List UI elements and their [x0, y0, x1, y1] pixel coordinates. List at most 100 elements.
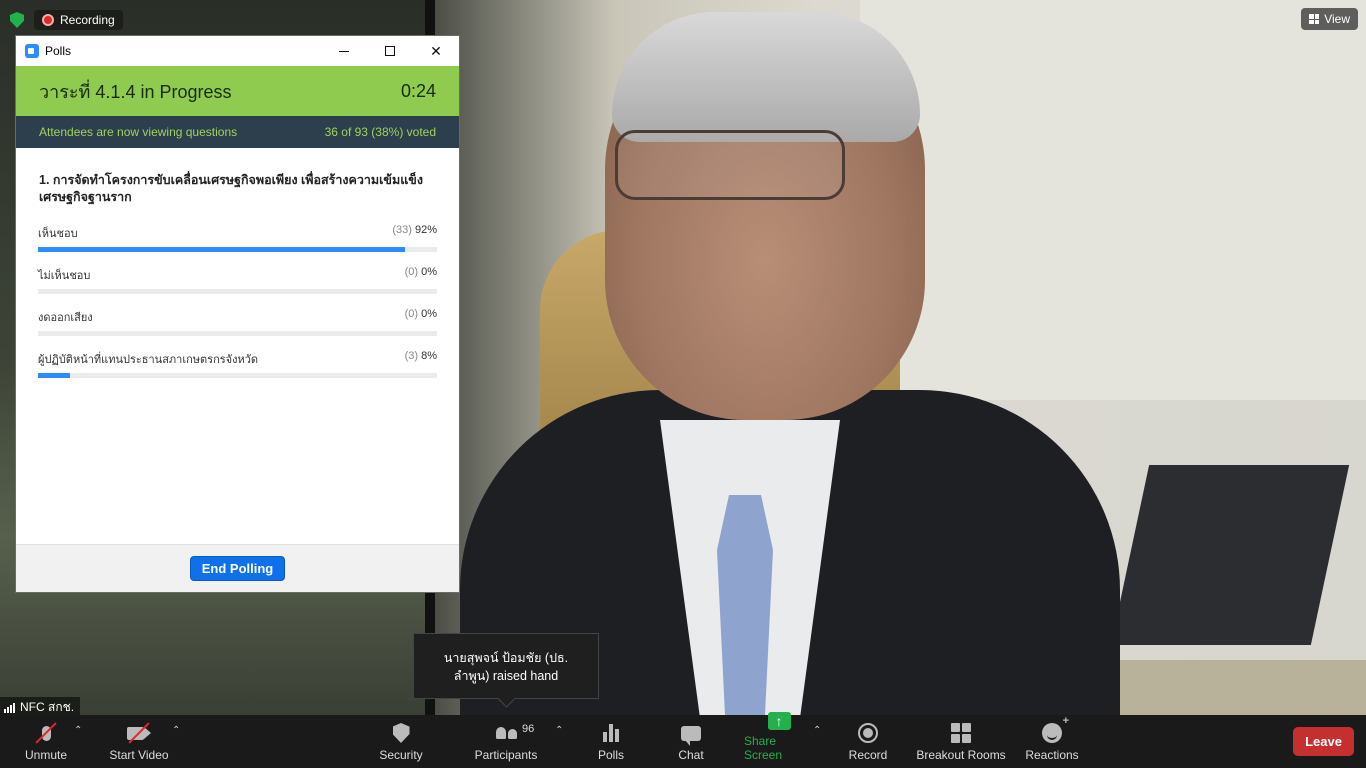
recording-label: Recording [60, 13, 115, 27]
chat-label: Chat [678, 748, 704, 762]
participants-label: Participants [474, 748, 538, 762]
poll-option-label: เห็นชอบ [38, 228, 78, 240]
background-laptop [1110, 465, 1350, 645]
share-screen-button[interactable]: ↑ Share Screen [744, 712, 814, 768]
polls-chart-icon [599, 722, 623, 744]
poll-option-count: (33) [392, 224, 412, 236]
background-desk [1120, 660, 1366, 715]
background-wall [860, 0, 1366, 400]
poll-option-percent: 0% [421, 266, 437, 278]
poll-option-bar-fill [38, 373, 70, 378]
raised-hand-notification: นายสุพจน์ ป้อมชัย (ปธ. ลำพูน) raised han… [413, 633, 599, 699]
poll-option-bar-track [38, 247, 437, 252]
poll-info-text: Attendees are now viewing questions [39, 125, 238, 139]
poll-option-percent: 8% [421, 350, 437, 362]
poll-option-result: (0) 0% [405, 308, 437, 326]
record-button[interactable]: Record [848, 715, 888, 768]
poll-results: 1. การจัดทำโครงการขับเคลื่อนเศรษฐกิจพอเพ… [16, 148, 459, 378]
minimize-button[interactable] [321, 36, 367, 66]
unmute-label: Unmute [24, 748, 68, 762]
participants-options-caret-icon[interactable]: ⌃ [555, 725, 563, 736]
poll-option-bar-track [38, 331, 437, 336]
breakout-rooms-icon [949, 722, 973, 744]
reactions-button[interactable]: Reactions [1025, 715, 1079, 768]
poll-option: ผู้ปฏิบัติหน้าที่แทนประธานสภาเกษตรกรจังห… [38, 350, 437, 378]
poll-option-count: (3) [404, 350, 419, 362]
record-label: Record [848, 748, 888, 762]
chat-bubble-icon [679, 722, 703, 746]
meeting-status-overlay: Recording [10, 10, 123, 30]
poll-option-label: ผู้ปฏิบัติหน้าที่แทนประธานสภาเกษตรกรจังห… [38, 354, 259, 366]
security-shield-icon [389, 722, 413, 744]
share-screen-icon: ↑ [767, 712, 791, 730]
end-polling-button[interactable]: End Polling [189, 556, 286, 581]
view-label: View [1324, 12, 1350, 26]
polls-footer: End Polling [16, 544, 459, 592]
start-video-button[interactable]: Start Video [108, 715, 170, 768]
security-label: Security [379, 748, 423, 762]
raised-hand-line-2: ลำพูน) raised hand [453, 669, 559, 683]
meeting-toolbar: Unmute ⌃ Start Video ⌃ Security Particip… [0, 712, 1366, 768]
poll-option-result: (33) 92% [392, 224, 437, 242]
reactions-emoji-icon [1040, 715, 1069, 744]
close-button[interactable]: ✕ [413, 36, 459, 66]
breakout-rooms-button[interactable]: Breakout Rooms [916, 715, 1006, 768]
poll-timer: 0:24 [400, 80, 436, 101]
participants-count: 96 [522, 723, 535, 735]
speaker-hair [612, 12, 920, 142]
polls-titlebar[interactable]: Polls ✕ [16, 36, 459, 66]
poll-option-bar-fill [38, 247, 406, 252]
poll-option-label: ไม่เห็นชอบ [38, 270, 91, 282]
maximize-icon [385, 46, 395, 56]
polls-button[interactable]: Polls [596, 715, 626, 768]
poll-vote-count: 36 of 93 (38%) voted [324, 125, 436, 139]
close-icon: ✕ [430, 42, 442, 59]
maximize-button[interactable] [367, 36, 413, 66]
audio-options-caret-icon[interactable]: ⌃ [74, 725, 82, 736]
polls-window-title: Polls [45, 44, 72, 58]
start-video-label: Start Video [109, 748, 169, 762]
poll-option-bar-track [38, 289, 437, 294]
raised-hand-line-1: นายสุพจน์ ป้อมชัย (ปธ. [443, 651, 569, 665]
poll-option-label: งดออกเสียง [38, 312, 93, 324]
poll-option-count: (0) [404, 266, 419, 278]
window-controls: ✕ [321, 36, 459, 66]
video-options-caret-icon[interactable]: ⌃ [172, 725, 180, 736]
participants-icon [494, 722, 518, 744]
poll-option: ไม่เห็นชอบ (0) 0% [38, 266, 437, 294]
security-button[interactable]: Security [378, 715, 424, 768]
polls-window: Polls ✕ วาระที่ 4.1.4 in Progress 0:24 A… [15, 35, 460, 593]
poll-options: เห็นชอบ (33) 92% ไม่เห็นชอบ (0) 0% งดออกเสีย… [38, 224, 437, 378]
view-button[interactable]: View [1301, 8, 1358, 30]
polls-label: Polls [597, 748, 624, 762]
unmute-button[interactable]: Unmute [24, 715, 68, 768]
poll-option-result: (3) 8% [405, 350, 437, 368]
breakout-rooms-label: Breakout Rooms [916, 748, 1006, 762]
poll-option-bar-track [38, 373, 437, 378]
microphone-muted-icon [34, 722, 58, 744]
recording-dot-icon [42, 14, 54, 26]
poll-status-title: วาระที่ 4.1.4 in Progress [39, 81, 232, 102]
poll-option: งดออกเสียง (0) 0% [38, 308, 437, 336]
poll-option-row: ไม่เห็นชอบ (0) 0% [38, 266, 437, 284]
share-options-caret-icon[interactable]: ⌃ [813, 725, 821, 736]
poll-info-bar: Attendees are now viewing questions 36 o… [16, 116, 459, 148]
recording-indicator[interactable]: Recording [34, 10, 123, 30]
poll-option-row: เห็นชอบ (33) 92% [38, 224, 437, 242]
gallery-grid-icon [1309, 14, 1320, 24]
chat-button[interactable]: Chat [676, 715, 706, 768]
record-icon [856, 722, 880, 744]
zoom-app-icon [25, 44, 39, 58]
poll-option: เห็นชอบ (33) 92% [38, 224, 437, 252]
video-off-icon [127, 722, 151, 744]
poll-option-row: งดออกเสียง (0) 0% [38, 308, 437, 326]
minimize-icon [339, 50, 349, 52]
poll-option-percent: 0% [421, 308, 437, 320]
poll-option-percent: 92% [414, 224, 437, 236]
encryption-shield-icon[interactable] [10, 12, 24, 28]
leave-button[interactable]: Leave [1293, 727, 1354, 756]
poll-option-result: (0) 0% [405, 266, 437, 284]
poll-option-count: (0) [404, 308, 419, 320]
reactions-label: Reactions [1025, 748, 1079, 762]
speaker-glasses [615, 130, 845, 200]
